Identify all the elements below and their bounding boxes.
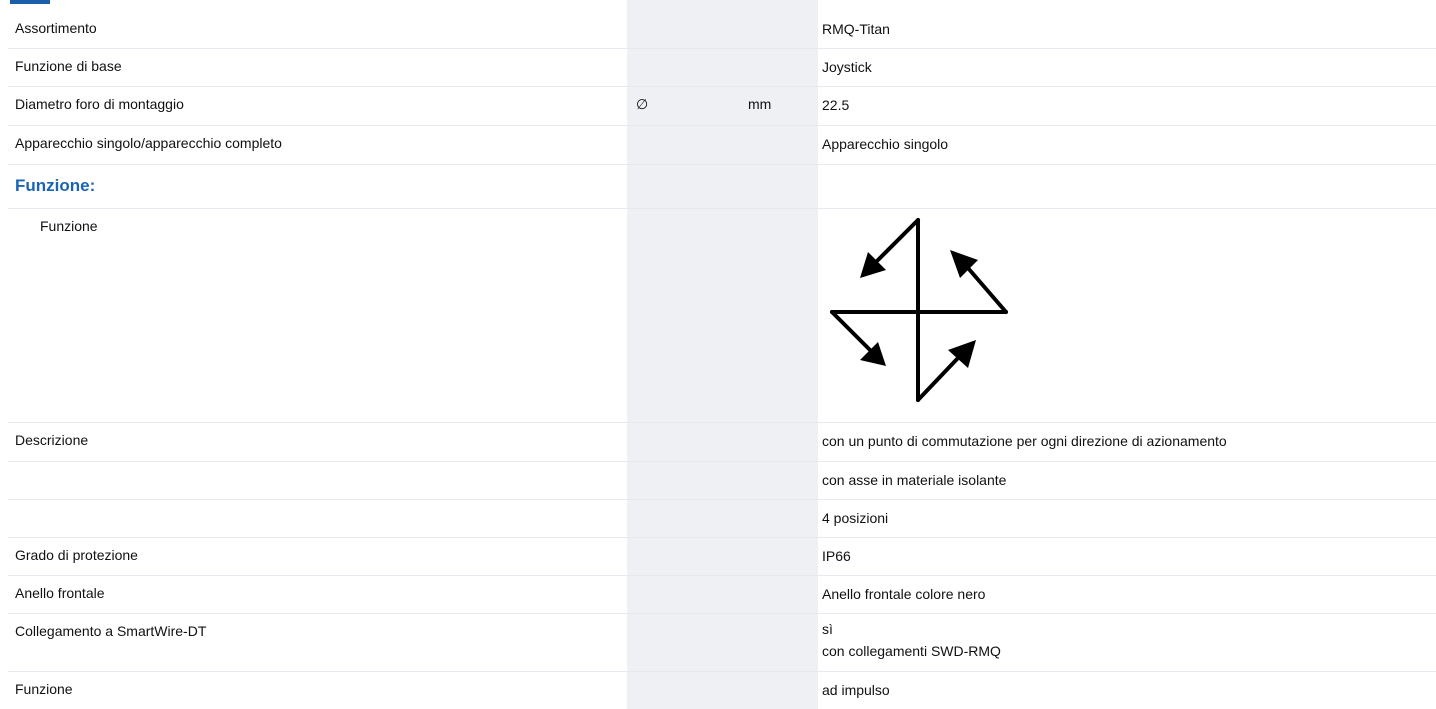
row-value: sì xyxy=(822,621,833,637)
row-label: Diametro foro di montaggio xyxy=(15,96,184,112)
row-label: Funzione xyxy=(40,218,98,234)
section-heading-row: Funzione: xyxy=(8,164,1436,209)
row-label: Collegamento a SmartWire-DT xyxy=(15,623,207,639)
row-value: Anello frontale colore nero xyxy=(822,586,986,602)
row-value-line2: con collegamenti SWD-RMQ xyxy=(822,643,1001,659)
row-value: Apparecchio singolo xyxy=(822,136,949,152)
row-label: Apparecchio singolo/apparecchio completo xyxy=(15,135,282,151)
section-heading: Funzione: xyxy=(15,176,96,195)
table-row: Funzione xyxy=(8,208,1436,423)
table-row: Assortimento RMQ-Titan xyxy=(8,10,1436,49)
row-value: IP66 xyxy=(822,548,851,564)
header-remnant xyxy=(10,0,50,4)
row-label: Anello frontale xyxy=(15,585,105,601)
row-value: con un punto di commutazione per ogni di… xyxy=(822,433,1227,449)
table-row: Grado di protezione IP66 xyxy=(8,537,1436,576)
row-value: Joystick xyxy=(822,59,872,75)
joystick-4-direction-arrows-icon xyxy=(830,218,1008,402)
table-row: Anello frontale Anello frontale colore n… xyxy=(8,575,1436,614)
row-value: RMQ-Titan xyxy=(822,21,890,37)
table-row: Descrizione con un punto di commutazione… xyxy=(8,422,1436,462)
table-row: Diametro foro di montaggio ∅ mm 22.5 xyxy=(8,86,1436,126)
table-row: con asse in materiale isolante xyxy=(8,461,1436,500)
row-label: Funzione di base xyxy=(15,58,122,74)
table-row: Apparecchio singolo/apparecchio completo… xyxy=(8,125,1436,165)
row-label: Grado di protezione xyxy=(15,547,138,563)
table-row: Funzione di base Joystick xyxy=(8,48,1436,87)
table-row: Collegamento a SmartWire-DT sì con colle… xyxy=(8,613,1436,672)
table-row: Funzione ad impulso xyxy=(8,671,1436,709)
row-value: 4 posizioni xyxy=(822,510,889,526)
row-value: con asse in materiale isolante xyxy=(822,472,1007,488)
diameter-symbol: ∅ xyxy=(636,96,649,112)
row-label: Descrizione xyxy=(15,432,89,448)
row-value: 22.5 xyxy=(822,97,850,113)
row-label: Assortimento xyxy=(15,20,97,36)
row-label: Funzione xyxy=(15,681,73,697)
row-unit: mm xyxy=(748,96,772,112)
row-value: ad impulso xyxy=(822,682,890,698)
table-row: 4 posizioni xyxy=(8,499,1436,538)
